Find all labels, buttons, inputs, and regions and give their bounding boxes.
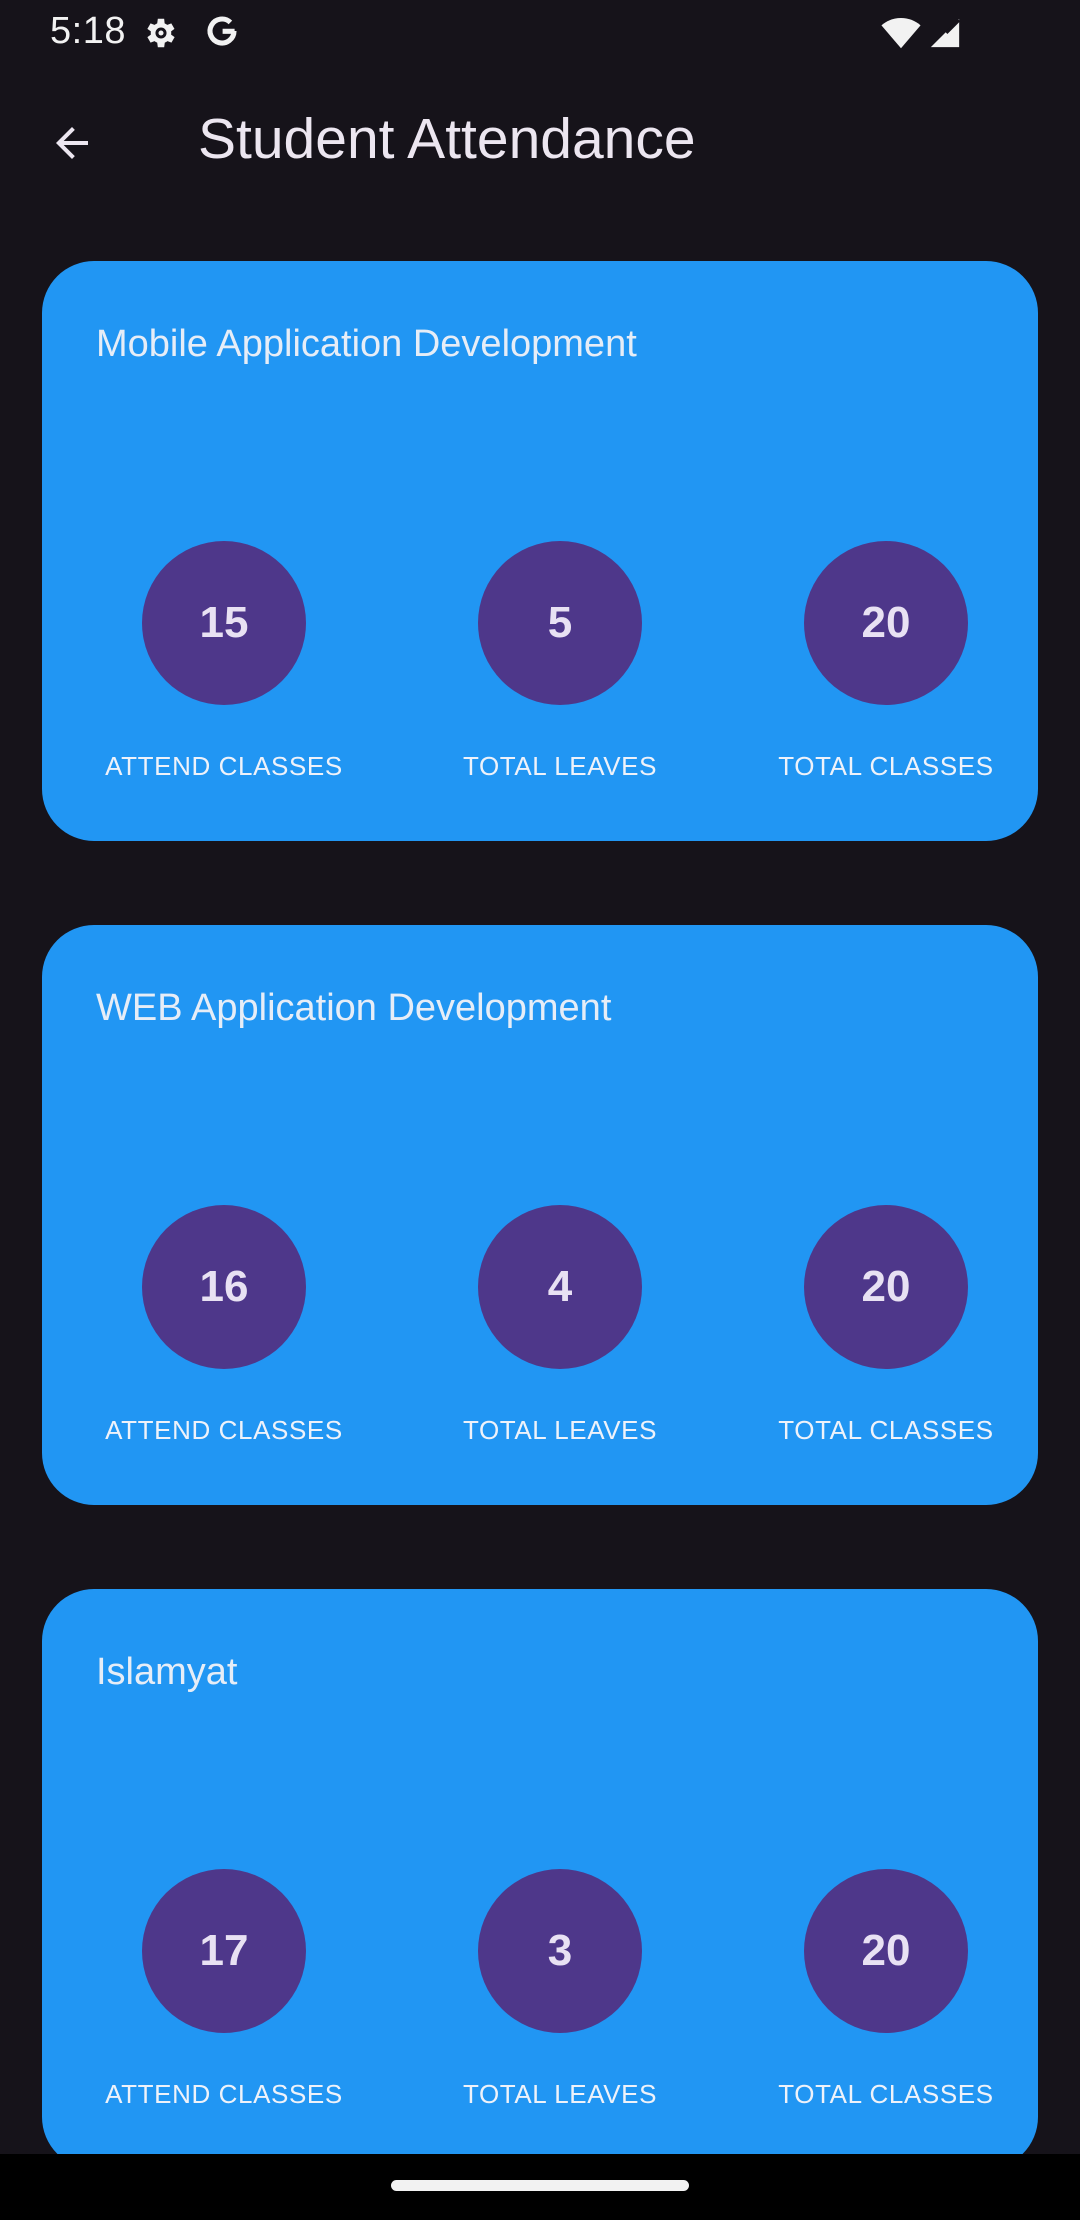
stat-attend-classes: 16 ATTEND CLASSES [94, 1205, 354, 1446]
system-navigation-bar [0, 2154, 1080, 2220]
stat-total-leaves: 5 TOTAL LEAVES [430, 541, 690, 782]
stat-label: TOTAL CLASSES [778, 2079, 994, 2109]
stat-value-circle: 15 [142, 541, 306, 705]
stat-label: TOTAL LEAVES [462, 1415, 658, 1445]
course-title: Mobile Application Development [96, 323, 637, 365]
course-title: WEB Application Development [96, 987, 612, 1029]
stat-total-classes: 20 TOTAL CLASSES [756, 541, 1016, 782]
stat-value-circle: 16 [142, 1205, 306, 1369]
course-card-web-application-development[interactable]: WEB Application Development 16 ATTEND CL… [42, 925, 1038, 1505]
status-time: 5:18 [50, 10, 126, 52]
stat-value-circle: 20 [804, 541, 968, 705]
stat-label: ATTEND CLASSES [105, 2079, 343, 2109]
stat-label: TOTAL CLASSES [778, 1415, 994, 1445]
stat-label: ATTEND CLASSES [105, 1415, 343, 1445]
signal-icon [930, 18, 961, 48]
stat-total-classes: 20 TOTAL CLASSES [756, 1205, 1016, 1446]
course-card-mobile-application-development[interactable]: Mobile Application Development 15 ATTEND… [42, 261, 1038, 841]
course-title: Islamyat [96, 1651, 238, 1693]
course-card-islamyat[interactable]: Islamyat 17 ATTEND CLASSES 3 TOTAL LEAVE… [42, 1589, 1038, 2169]
stat-attend-classes: 17 ATTEND CLASSES [94, 1869, 354, 2110]
stat-label: ATTEND CLASSES [105, 751, 343, 781]
stat-value-circle: 3 [478, 1869, 642, 2033]
stat-value-circle: 20 [804, 1869, 968, 2033]
stat-value-circle: 17 [142, 1869, 306, 2033]
app-bar: Student Attendance [0, 66, 1080, 218]
google-g-icon [207, 16, 237, 46]
stat-label: TOTAL CLASSES [778, 751, 994, 781]
status-bar: 5:18 [0, 0, 1080, 66]
stat-value-circle: 5 [478, 541, 642, 705]
arrow-back-icon [56, 127, 88, 159]
stat-label: TOTAL LEAVES [462, 2079, 658, 2109]
gear-icon [147, 18, 175, 48]
page-title: Student Attendance [198, 107, 696, 171]
stat-attend-classes: 15 ATTEND CLASSES [94, 541, 354, 782]
home-gesture-handle[interactable] [391, 2180, 689, 2191]
stat-total-leaves: 3 TOTAL LEAVES [430, 1869, 690, 2110]
stat-total-leaves: 4 TOTAL LEAVES [430, 1205, 690, 1446]
stat-value-circle: 4 [478, 1205, 642, 1369]
stat-value-circle: 20 [804, 1205, 968, 1369]
back-button[interactable] [42, 113, 102, 173]
stat-label: TOTAL LEAVES [462, 751, 658, 781]
stat-total-classes: 20 TOTAL CLASSES [756, 1869, 1016, 2110]
wifi-icon [881, 18, 921, 49]
